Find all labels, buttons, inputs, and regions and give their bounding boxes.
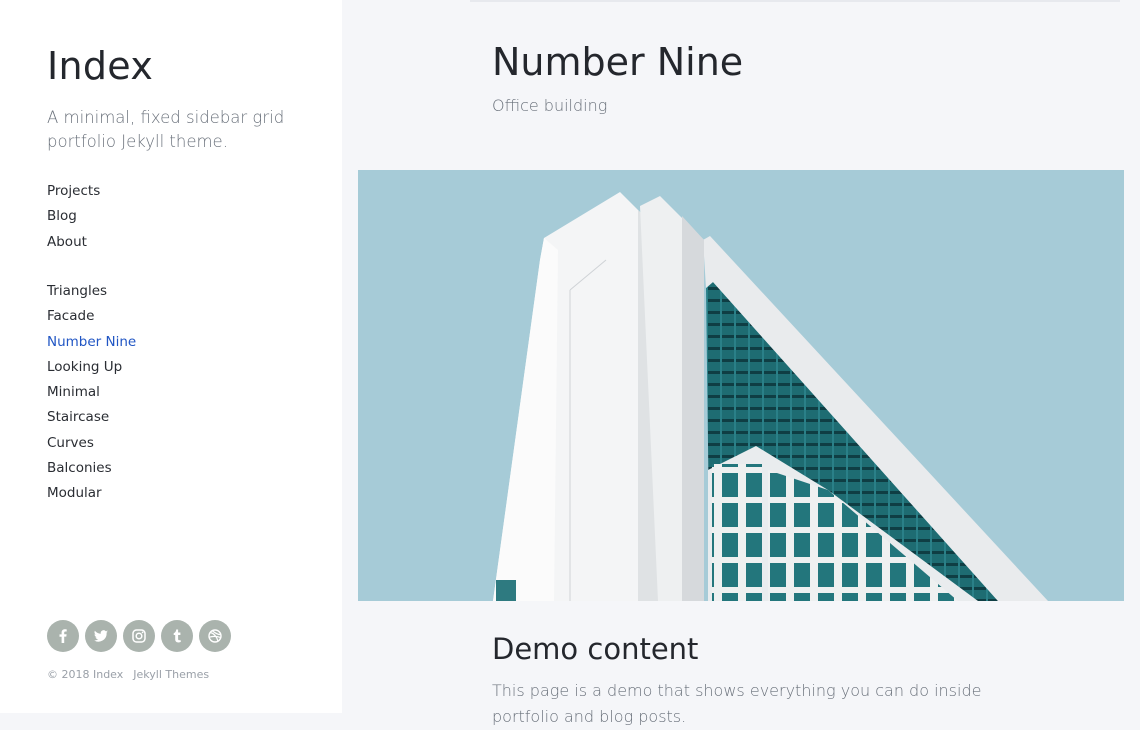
project-link-triangles[interactable]: Triangles [47,283,107,299]
nav-link-blog[interactable]: Blog [47,208,77,224]
project-link-curves[interactable]: Curves [47,435,94,451]
twitter-button[interactable] [85,620,117,652]
project-link-balconies[interactable]: Balconies [47,460,112,476]
project-link-facade[interactable]: Facade [47,308,94,324]
project-link-number-nine[interactable]: Number Nine [47,334,136,350]
instagram-button[interactable] [123,620,155,652]
facebook-button[interactable] [47,620,79,652]
project-item-modular: Modular [47,481,136,506]
project-item-number-nine: Number Nine [47,330,136,355]
social-links [47,620,231,652]
main-nav: Projects Blog About [47,179,100,255]
facebook-icon [59,629,67,643]
project-item-balconies: Balconies [47,456,136,481]
project-item-triangles: Triangles [47,279,136,304]
top-divider [470,0,1120,2]
project-link-looking-up[interactable]: Looking Up [47,359,122,375]
sidebar: Index A minimal, fixed sidebar grid port… [0,0,342,713]
project-link-staircase[interactable]: Staircase [47,409,109,425]
hero-image [358,170,1124,601]
nav-link-about[interactable]: About [47,234,87,250]
dribbble-icon [208,629,222,643]
nav-item-projects: Projects [47,179,100,204]
nav-item-about: About [47,230,100,255]
instagram-icon [132,629,146,643]
copyright-text: © 2018 Index [47,668,124,681]
footer-link-jekyll-themes[interactable]: Jekyll Themes [133,668,209,681]
site-tagline: A minimal, fixed sidebar grid portfolio … [47,108,285,151]
body-paragraph: This page is a demo that shows everythin… [492,681,982,726]
dribbble-button[interactable] [199,620,231,652]
section-heading: Demo content [492,632,699,666]
twitter-icon [94,630,108,642]
project-item-looking-up: Looking Up [47,355,136,380]
project-item-facade: Facade [47,304,136,329]
page-subtitle: Office building [492,96,608,115]
project-link-modular[interactable]: Modular [47,485,102,501]
tumblr-icon [173,629,181,643]
project-item-curves: Curves [47,431,136,456]
site-title: Index [47,44,154,88]
project-nav: Triangles Facade Number Nine Looking Up … [47,279,136,507]
sidebar-footer: © 2018 Index Jekyll Themes [47,668,209,681]
page-title: Number Nine [492,40,744,84]
project-item-minimal: Minimal [47,380,136,405]
project-link-minimal[interactable]: Minimal [47,384,100,400]
project-item-staircase: Staircase [47,405,136,430]
nav-link-projects[interactable]: Projects [47,183,100,199]
tumblr-button[interactable] [161,620,193,652]
nav-item-blog: Blog [47,204,100,229]
building-photo [358,170,1124,601]
